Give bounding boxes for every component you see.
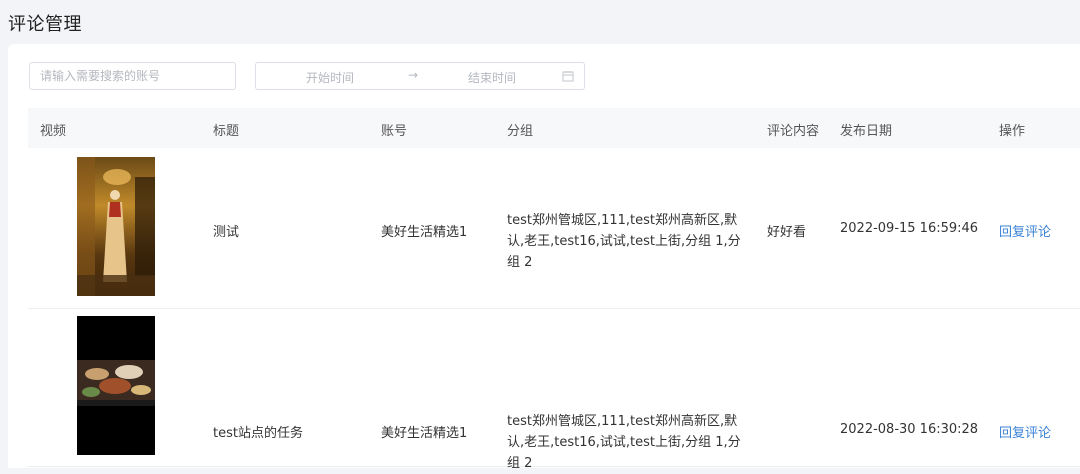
page-title: 评论管理 (8, 14, 82, 35)
table-header: 视频 标题 账号 分组 评论内容 发布日期 操作 (28, 108, 1080, 148)
column-header-comment: 评论内容 (767, 124, 820, 139)
row-group: test郑州管城区,111,test郑州高新区,默认,老王,test16,试试,… (507, 213, 741, 270)
content-panel: 开始时间 → 结束时间 视频 标题 账号 分组 评论内容 发布日期 操作 (8, 44, 1080, 471)
column-header-title: 标题 (213, 124, 240, 139)
table-row: test站点的任务 美好生活精选1 test郑州管城区,111,test郑州高新… (28, 308, 1080, 471)
arrow-right-icon: → (408, 68, 419, 82)
account-search-input[interactable] (29, 62, 236, 90)
column-header-action: 操作 (999, 124, 1026, 139)
end-date-input[interactable]: 结束时间 (468, 69, 516, 86)
row-comment: 好好看 (767, 225, 807, 240)
column-header-video: 视频 (40, 124, 67, 139)
video-thumbnail[interactable] (77, 316, 155, 455)
reply-comment-link[interactable]: 回复评论 (999, 221, 1051, 240)
row-account: 美好生活精选1 (381, 225, 468, 240)
row-date: 2022-08-30 16:30:28 (840, 422, 979, 437)
column-header-date: 发布日期 (840, 124, 893, 139)
row-account: 美好生活精选1 (381, 426, 468, 441)
row-title: test站点的任务 (213, 426, 303, 441)
row-date: 2022-09-15 16:59:46 (840, 221, 979, 236)
column-header-account: 账号 (381, 124, 408, 139)
video-thumbnail[interactable] (77, 157, 155, 296)
table-row: 测试 美好生活精选1 test郑州管城区,111,test郑州高新区,默认,老王… (28, 148, 1080, 309)
reply-comment-link[interactable]: 回复评论 (999, 422, 1051, 441)
column-header-group: 分组 (507, 124, 534, 139)
start-date-input[interactable]: 开始时间 (306, 69, 354, 86)
date-range-picker[interactable]: 开始时间 → 结束时间 (255, 62, 585, 90)
row-title: 测试 (213, 225, 240, 240)
calendar-icon[interactable] (562, 70, 574, 85)
row-group: test郑州管城区,111,test郑州高新区,默认,老王,test16,试试,… (507, 414, 741, 471)
